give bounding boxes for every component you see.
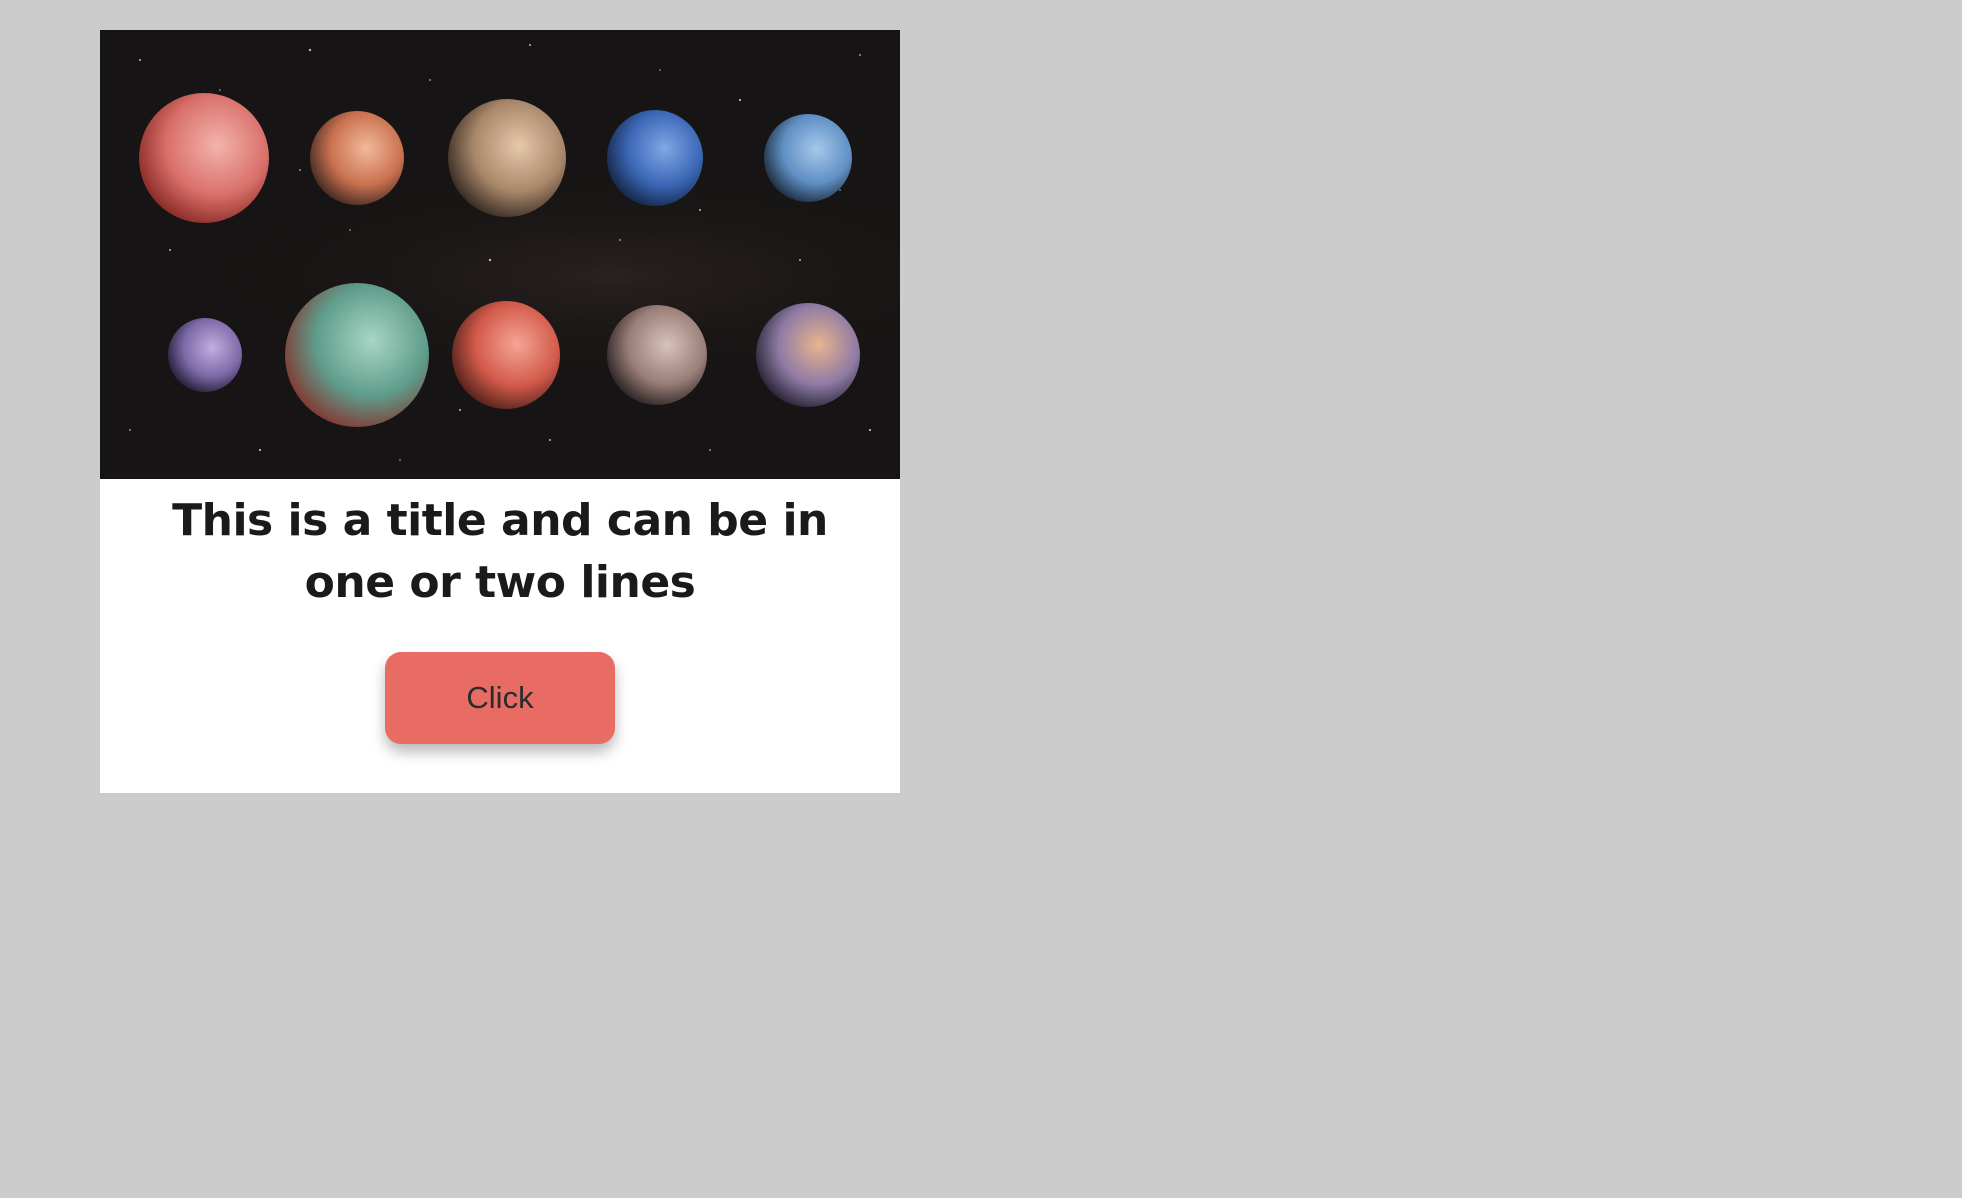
exoplanets-image — [100, 30, 900, 479]
click-button[interactable]: Click — [385, 652, 615, 744]
card-title: This is a title and can be in one or two… — [172, 495, 828, 608]
card: This is a title and can be in one or two… — [100, 30, 900, 793]
